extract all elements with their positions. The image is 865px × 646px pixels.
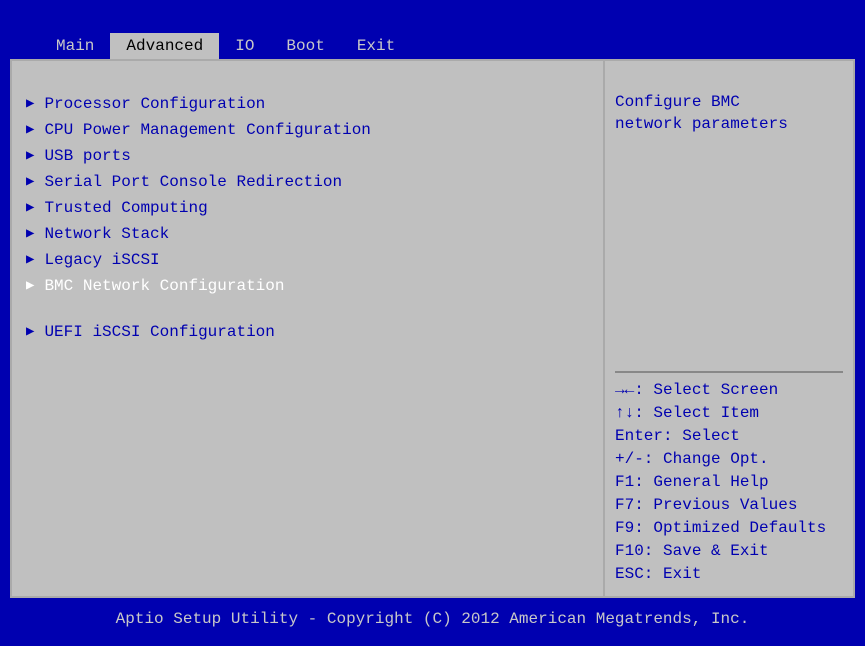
keyhelp-select-screen: →←: Select Screen (615, 379, 843, 402)
menu-item-processor-configuration[interactable]: ▶ Processor Configuration (12, 91, 603, 117)
submenu-arrow-icon: ▶ (26, 275, 34, 297)
tab-boot[interactable]: Boot (270, 33, 340, 59)
tab-exit[interactable]: Exit (341, 33, 411, 59)
menu-item-label: Serial Port Console Redirection (44, 171, 342, 193)
submenu-arrow-icon: ▶ (26, 321, 34, 343)
submenu-arrow-icon: ▶ (26, 249, 34, 271)
tab-main[interactable]: Main (40, 33, 110, 59)
menu-item-label: USB ports (44, 145, 130, 167)
menu-item-label: Trusted Computing (44, 197, 207, 219)
bios-screen: Main Advanced IO Boot Exit ▶ Processor C… (0, 0, 865, 646)
menu-item-label: Network Stack (44, 223, 169, 245)
menu-item-label: BMC Network Configuration (44, 275, 284, 297)
submenu-arrow-icon: ▶ (26, 223, 34, 245)
menu-item-label: Processor Configuration (44, 93, 265, 115)
help-description-line: network parameters (615, 113, 843, 135)
keyhelp-exit: ESC: Exit (615, 563, 843, 586)
keyhelp-optimized-defaults: F9: Optimized Defaults (615, 517, 843, 540)
menu-item-label: UEFI iSCSI Configuration (44, 321, 274, 343)
menu-list: ▶ Processor Configuration ▶ CPU Power Ma… (12, 61, 605, 596)
menu-item-trusted-computing[interactable]: ▶ Trusted Computing (12, 195, 603, 221)
keyhelp-save-exit: F10: Save & Exit (615, 540, 843, 563)
menu-item-label: Legacy iSCSI (44, 249, 159, 271)
menu-item-label: CPU Power Management Configuration (44, 119, 370, 141)
menu-divider (12, 299, 603, 319)
keyhelp-previous-values: F7: Previous Values (615, 494, 843, 517)
help-panel: Configure BMC network parameters →←: Sel… (605, 61, 853, 596)
tab-io[interactable]: IO (219, 33, 270, 59)
tab-bar: Main Advanced IO Boot Exit (0, 25, 865, 59)
menu-item-network-stack[interactable]: ▶ Network Stack (12, 221, 603, 247)
footer-copyright: Aptio Setup Utility - Copyright (C) 2012… (0, 598, 865, 646)
keyhelp-change-opt: +/-: Change Opt. (615, 448, 843, 471)
submenu-arrow-icon: ▶ (26, 93, 34, 115)
keyhelp-general-help: F1: General Help (615, 471, 843, 494)
help-spacer (615, 135, 843, 367)
submenu-arrow-icon: ▶ (26, 119, 34, 141)
menu-item-legacy-iscsi[interactable]: ▶ Legacy iSCSI (12, 247, 603, 273)
keyhelp-select: Enter: Select (615, 425, 843, 448)
help-description-line: Configure BMC (615, 91, 843, 113)
keyhelp-select-item: ↑↓: Select Item (615, 402, 843, 425)
help-divider (615, 371, 843, 373)
menu-item-usb-ports[interactable]: ▶ USB ports (12, 143, 603, 169)
menu-item-uefi-iscsi[interactable]: ▶ UEFI iSCSI Configuration (12, 319, 603, 345)
submenu-arrow-icon: ▶ (26, 197, 34, 219)
main-panel: ▶ Processor Configuration ▶ CPU Power Ma… (10, 59, 855, 598)
tab-advanced[interactable]: Advanced (110, 33, 219, 59)
submenu-arrow-icon: ▶ (26, 171, 34, 193)
menu-item-bmc-network-configuration[interactable]: ▶ BMC Network Configuration (12, 273, 603, 299)
menu-item-cpu-power-management[interactable]: ▶ CPU Power Management Configuration (12, 117, 603, 143)
menu-item-serial-port-console[interactable]: ▶ Serial Port Console Redirection (12, 169, 603, 195)
submenu-arrow-icon: ▶ (26, 145, 34, 167)
